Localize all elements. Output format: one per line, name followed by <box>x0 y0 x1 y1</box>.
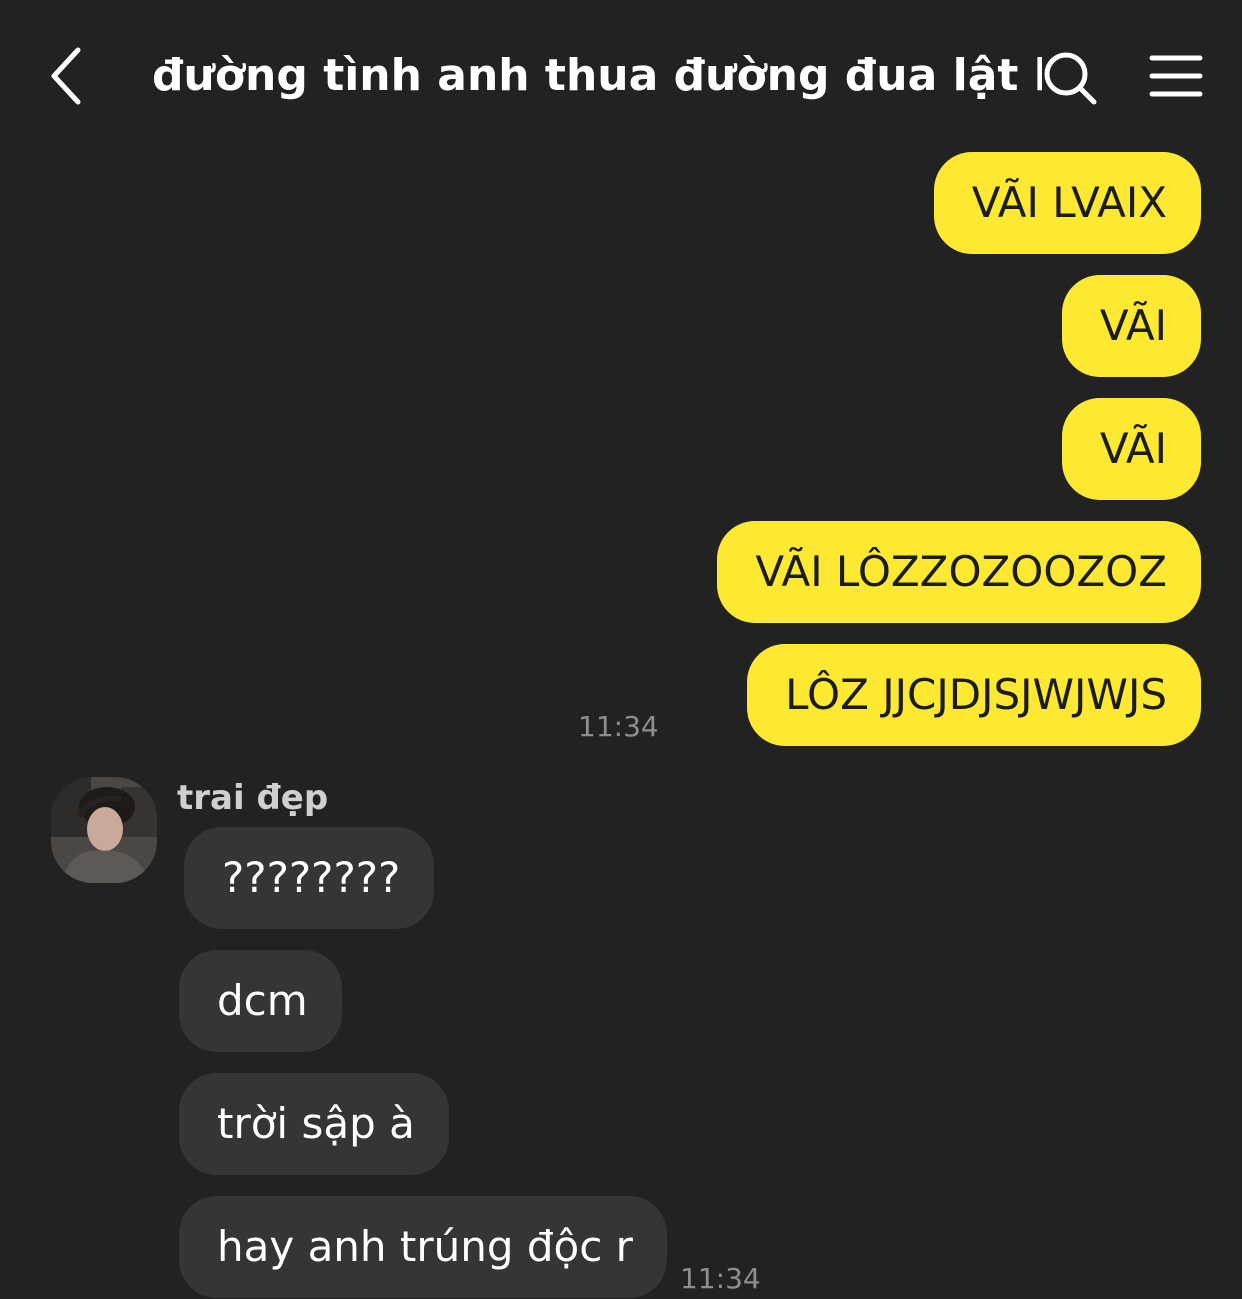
chat-title: đường tình anh thua đường đua lật bánh <box>152 50 1042 101</box>
sent-message-bubble[interactable]: LÔZ JJCJDJSJWJWJS <box>747 644 1201 746</box>
received-message-bubble[interactable]: dcm <box>179 950 342 1052</box>
received-message-bubble[interactable]: hay anh trúng độc r <box>179 1196 667 1298</box>
received-message-bubble[interactable]: trời sập à <box>179 1073 449 1175</box>
avatar[interactable] <box>51 777 157 883</box>
received-message-bubble[interactable]: ???????? <box>184 827 435 929</box>
chevron-left-icon[interactable] <box>40 40 92 112</box>
sent-timestamp: 11:34 <box>578 710 659 743</box>
search-icon[interactable] <box>1038 46 1102 110</box>
sent-message-bubble[interactable]: VÃI LÔZZOZOOZOZ <box>717 521 1201 623</box>
received-timestamp: 11:34 <box>680 1262 761 1295</box>
chat-header: đường tình anh thua đường đua lật bánh <box>0 0 1242 140</box>
hamburger-menu-icon[interactable] <box>1148 52 1204 102</box>
sent-message-bubble[interactable]: VÃI <box>1061 275 1201 377</box>
sent-message-bubble[interactable]: VÃI LVAIX <box>933 152 1201 254</box>
sent-message-bubble[interactable]: VÃI <box>1061 398 1201 500</box>
sender-name: trai đẹp <box>177 778 329 818</box>
